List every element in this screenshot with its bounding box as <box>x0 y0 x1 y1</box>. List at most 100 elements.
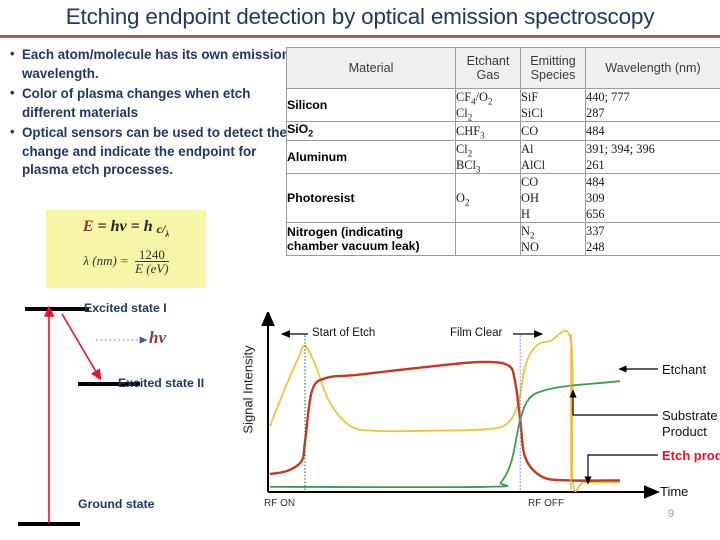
cell-material: SiO2 <box>286 120 456 142</box>
table-header-row: Material Etchant Gas Emitting Species Wa… <box>286 47 720 89</box>
equation-lambda-nm: λ (nm) = <box>83 252 133 268</box>
legend-etchant: Etchant <box>662 362 707 377</box>
column-header-material: Material <box>286 47 456 89</box>
cell-line: NO <box>521 240 539 255</box>
equation-c-over-lambda: c/λ <box>156 222 170 239</box>
cell-line: Cl2 <box>456 106 473 123</box>
cell-line: 484 <box>586 124 605 139</box>
cell-etchant-gas: Cl2 BCl3 <box>455 140 521 175</box>
equation-line-1: E = hv = h c/λ <box>46 218 206 238</box>
table-row: Silicon CF4/O2 Cl2 SiF SiCl 440; 777 287 <box>286 88 720 123</box>
table-row: Aluminum Cl2 BCl3 Al AlCl 391; 394; 396 261 <box>286 140 720 175</box>
emission-wavelength-table: Material Etchant Gas Emitting Species Wa… <box>286 47 720 257</box>
page-title: Etching endpoint detection by optical em… <box>65 4 655 29</box>
cell-line: 391; 394; 396 <box>586 142 655 157</box>
cell-line: 440; 777 <box>586 90 630 104</box>
list-item: • Optical sensors can be used to detect … <box>6 124 294 180</box>
cell-wavelength: 484 <box>585 120 720 142</box>
start-of-etch-label: Start of Etch <box>312 327 376 339</box>
equation-box: E = hv = h c/λ λ (nm) = 1240 E (eV) <box>46 210 206 288</box>
cell-emitting-species: Al AlCl <box>520 140 586 175</box>
cell-line: 656 <box>586 207 605 222</box>
chart-series-group <box>269 329 621 493</box>
cell-line: 261 <box>586 158 605 173</box>
bullet-text: Optical sensors can be used to detect th… <box>22 125 287 177</box>
bullet-text: Color of plasma changes when etch differ… <box>22 86 251 120</box>
equation-numerator: 1240 <box>138 247 165 262</box>
cell-line: SiCl <box>521 106 544 120</box>
cell-line: CF4/O2 <box>456 90 493 107</box>
equation-energy-symbol: E <box>82 218 94 235</box>
signal-intensity-chart: Signal Intensity Start of Etch Film Clea… <box>228 312 720 540</box>
column-header-etchant-gas: Etchant Gas <box>455 47 521 89</box>
cell-line: 484 <box>586 175 605 190</box>
cell-line: N2 <box>521 224 535 241</box>
cell-line: CO <box>521 175 539 190</box>
table-body: Silicon CF4/O2 Cl2 SiF SiCl 440; 777 287 SiO2 CH… <box>286 88 720 257</box>
equation-fraction: 1240 E (eV) <box>135 248 169 276</box>
energy-arrows-svg <box>43 305 148 523</box>
etch-product-leader <box>584 454 658 485</box>
bullet-dot-icon: • <box>10 124 15 139</box>
chart-x-axis-label: Time <box>660 484 689 499</box>
equation-line1-rest: = hv = h <box>93 218 157 235</box>
cell-wavelength: 391; 394; 396 261 <box>585 140 720 175</box>
cell-material: Photoresist <box>286 173 456 224</box>
cell-line: SiF <box>521 90 539 104</box>
film-clear-label: Film Clear <box>450 327 503 339</box>
cell-wavelength: 440; 777 287 <box>585 88 720 122</box>
bullet-dot-icon: • <box>10 46 15 61</box>
column-header-wavelength: Wavelength (nm) <box>585 47 720 89</box>
equation-line-2: λ (nm) = 1240 E (eV) <box>46 248 206 276</box>
cell-line: AlCl <box>521 158 546 173</box>
relaxation-arrow <box>61 313 102 381</box>
cell-material: Aluminum <box>286 140 456 175</box>
cell-etchant-gas: CF4/O2 Cl2 <box>455 88 521 123</box>
cell-wavelength: 484 309 656 <box>585 173 720 224</box>
cell-line: 337 <box>586 224 605 239</box>
energy-level-diagram: Excited state I Excited state II Ground … <box>0 292 250 540</box>
cell-line: O2 <box>456 191 470 208</box>
cell-line: 309 <box>586 191 605 206</box>
chart-series-etch-product <box>269 360 621 482</box>
cell-etchant-gas <box>455 222 521 257</box>
cell-line: Al <box>521 142 534 157</box>
cell-material: Silicon <box>286 88 456 122</box>
cell-line: 287 <box>586 106 605 120</box>
cell-line: BCl3 <box>456 158 481 175</box>
page-number: 9 <box>668 508 675 520</box>
rf-off-label: RF OFF <box>528 498 565 509</box>
table-row: Nitrogen (indicating chamber vacuum leak… <box>286 222 720 257</box>
legend-substrate-product-line2: Product <box>662 424 707 439</box>
cell-etchant-gas: CHF3 <box>455 120 521 142</box>
equation-denominator: E (eV) <box>135 261 169 276</box>
bullet-dot-icon: • <box>10 85 15 100</box>
legend-etch-product: Etch product <box>662 448 720 463</box>
list-item: • Each atom/molecule has its own emissio… <box>6 46 294 83</box>
cell-line: 248 <box>586 240 605 255</box>
cell-emitting-species: CO OH H <box>520 173 586 224</box>
cell-wavelength: 337 248 <box>585 222 720 257</box>
cell-line: CO <box>521 124 539 139</box>
substrate-product-leader <box>569 389 658 416</box>
cell-emitting-species: CO <box>520 120 586 142</box>
bullet-list: • Each atom/molecule has its own emissio… <box>6 46 294 182</box>
table-row: SiO2 CHF3 CO 484 <box>286 120 720 142</box>
cell-line <box>456 231 520 247</box>
cell-line: OH <box>521 191 539 206</box>
column-header-emitting-species: Emitting Species <box>520 47 586 89</box>
title-divider <box>0 35 720 38</box>
chart-series-etchant <box>269 329 621 493</box>
rf-on-label: RF ON <box>264 498 296 509</box>
photon-label: hv <box>149 328 166 347</box>
cell-emitting-species: SiF SiCl <box>520 88 586 122</box>
bullet-text: Each atom/molecule has its own emission … <box>22 47 290 81</box>
cell-line: Cl2 <box>456 142 473 159</box>
cell-line: H <box>521 207 530 222</box>
cell-etchant-gas: O2 <box>455 173 521 224</box>
chart-plot-svg <box>261 312 660 499</box>
chart-series-substrate-product <box>269 380 621 489</box>
list-item: • Color of plasma changes when etch diff… <box>6 85 294 122</box>
cell-line: CHF3 <box>456 124 485 141</box>
legend-substrate-product-line1: Substrate <box>662 408 718 423</box>
